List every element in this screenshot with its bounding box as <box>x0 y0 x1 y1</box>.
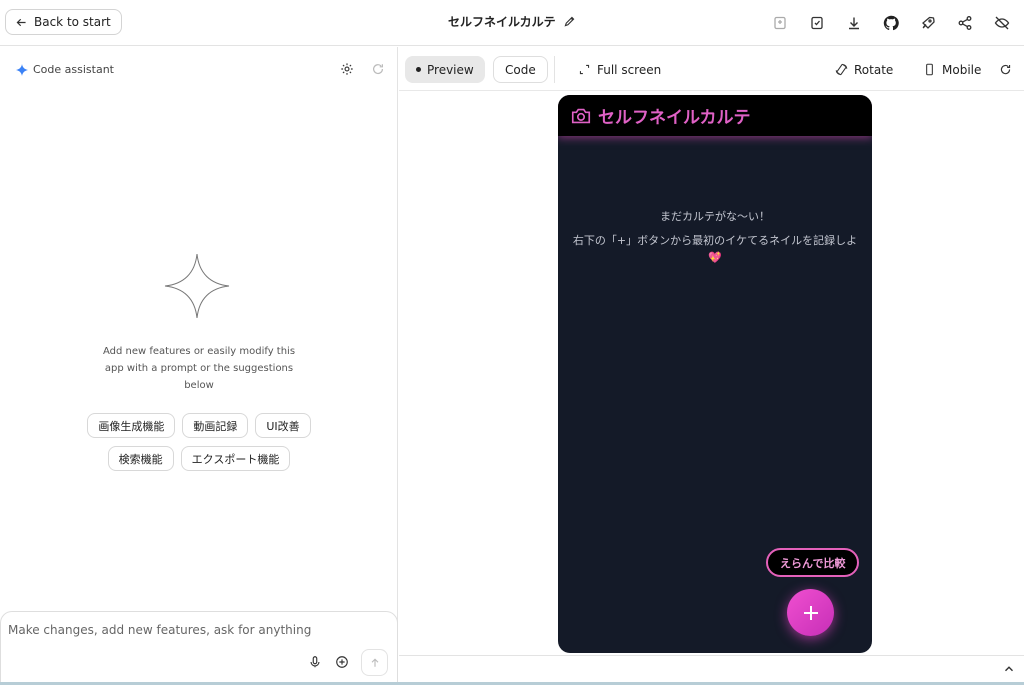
add-record-button[interactable] <box>787 589 834 636</box>
reload-preview-button[interactable] <box>995 56 1016 83</box>
arrow-up-icon <box>371 657 378 667</box>
download-icon <box>848 17 859 30</box>
full-screen-button[interactable]: Full screen <box>567 56 672 83</box>
mobile-label: Mobile <box>942 62 982 77</box>
heart-emoji: 💖 <box>708 251 722 264</box>
save-draft-icon <box>773 16 786 30</box>
share-icon <box>958 16 971 30</box>
code-assistant-header: Code assistant <box>16 63 114 76</box>
preview-toolbar: Preview Code Full screen Rotate Mobile <box>399 47 1024 91</box>
send-button[interactable] <box>361 649 388 676</box>
mobile-button[interactable]: Mobile <box>912 56 992 83</box>
code-tab[interactable]: Code <box>493 56 548 83</box>
suggestion-row-2: 検索機能 エクスポート機能 <box>0 446 398 471</box>
assistant-refresh-button[interactable] <box>370 61 386 77</box>
code-tab-label: Code <box>505 62 536 77</box>
prompt-box <box>0 611 398 685</box>
suggestion-chip[interactable]: UI改善 <box>255 413 311 438</box>
gear-icon <box>341 63 353 75</box>
plus-icon <box>803 605 818 620</box>
large-sparkle-icon <box>164 253 230 319</box>
chevron-up-icon[interactable] <box>1002 662 1016 676</box>
sparkle-icon <box>16 63 28 76</box>
compare-button[interactable]: えらんで比較 <box>766 548 860 577</box>
suggestion-chip[interactable]: 検索機能 <box>107 446 174 471</box>
phone-app-title: セルフネイルカルテ <box>598 108 751 128</box>
refresh-icon <box>373 64 383 75</box>
suggestion-row-1: 画像生成機能 動画記録 UI改善 <box>0 413 398 438</box>
empty-state-text: 右下の「+」ボタンから最初のイケてるネイルを記録しよ <box>572 234 858 247</box>
suggestion-chip[interactable]: 動画記録 <box>182 413 249 438</box>
refresh-icon <box>1000 64 1011 75</box>
rotate-device-icon <box>835 63 848 76</box>
microphone-button[interactable] <box>307 654 323 670</box>
save-draft-button[interactable] <box>761 11 798 35</box>
top-bar: Back to start セルフネイルカルテ <box>0 0 1024 46</box>
github-button[interactable] <box>872 11 909 35</box>
code-assistant-label: Code assistant <box>33 63 114 76</box>
back-to-start-button[interactable]: Back to start <box>5 9 122 35</box>
microphone-icon <box>310 656 320 668</box>
deploy-button[interactable] <box>909 11 946 35</box>
assistant-hint-text: Add new features or easily modify this a… <box>102 346 296 391</box>
phone-app-header: セルフネイルカルテ <box>558 95 872 136</box>
top-actions <box>761 11 1020 35</box>
hide-button[interactable] <box>983 11 1020 35</box>
save-icon <box>810 16 823 30</box>
arrow-left-icon <box>16 18 26 26</box>
code-assistant-panel: Code assistant Add new features or easil… <box>0 47 398 685</box>
phone-icon <box>926 63 933 76</box>
phone-preview: セルフネイルカルテ まだカルテがな〜い！ 右下の「+」ボタンから最初のイケてるネ… <box>558 95 872 653</box>
rotate-label: Rotate <box>854 62 894 77</box>
pencil-icon[interactable] <box>563 15 576 28</box>
preview-tab[interactable]: Preview <box>405 56 485 83</box>
share-button[interactable] <box>946 11 983 35</box>
suggestion-chip[interactable]: エクスポート機能 <box>180 446 291 471</box>
preview-tab-label: Preview <box>427 62 474 77</box>
prompt-input[interactable] <box>8 623 388 637</box>
empty-state-title: まだカルテがな〜い！ <box>660 210 770 223</box>
suggestion-chip[interactable]: 画像生成機能 <box>87 413 176 438</box>
console-bar <box>399 655 1024 682</box>
preview-area: セルフネイルカルテ まだカルテがな〜い！ 右下の「+」ボタンから最初のイケてるネ… <box>399 92 1024 655</box>
deploy-rocket-icon <box>921 16 935 29</box>
rotate-button[interactable]: Rotate <box>824 56 904 83</box>
expand-icon <box>579 64 590 75</box>
active-dot-icon <box>416 67 421 72</box>
download-button[interactable] <box>835 11 872 35</box>
camera-icon <box>571 108 591 123</box>
assistant-settings-button[interactable] <box>339 61 355 77</box>
hide-icon <box>994 16 1009 30</box>
toolbar-divider <box>554 56 555 83</box>
app-title-text: セルフネイルカルテ <box>448 15 556 29</box>
empty-state-message: 右下の「+」ボタンから最初のイケてるネイルを記録しよ 💖 <box>568 232 862 266</box>
app-title[interactable]: セルフネイルカルテ <box>448 13 576 30</box>
add-circle-icon <box>336 656 348 668</box>
github-icon <box>883 15 899 31</box>
full-screen-label: Full screen <box>597 62 662 77</box>
add-attachment-button[interactable] <box>334 654 350 670</box>
back-to-start-label: Back to start <box>34 15 111 29</box>
save-button[interactable] <box>798 11 835 35</box>
